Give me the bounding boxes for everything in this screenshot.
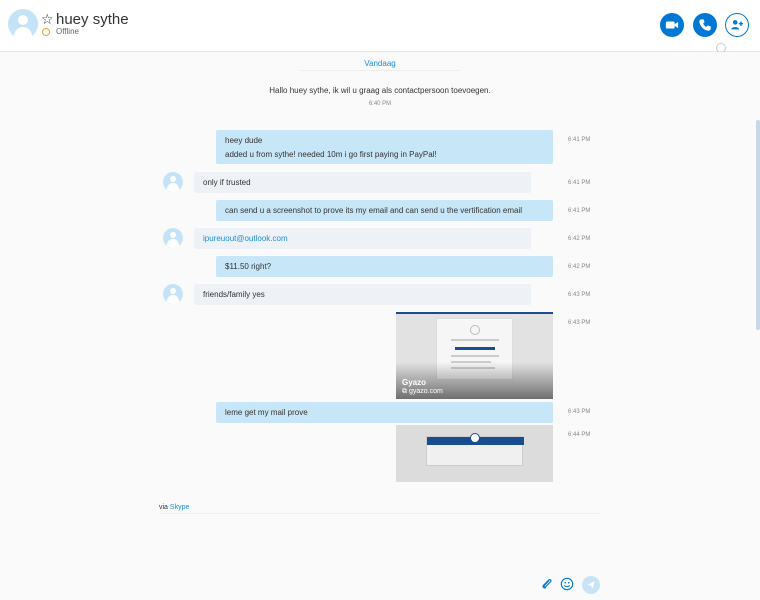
preview-site-name: Gyazo <box>402 378 427 387</box>
message-text: $11.50 right? <box>225 262 272 271</box>
system-message: Hallo huey sythe, ik wil u graag als con… <box>269 86 491 95</box>
audio-call-button[interactable] <box>693 13 717 37</box>
message-bubble-outgoing[interactable]: leme get my mail prove <box>216 402 553 423</box>
email-link[interactable]: ipureuout@outlook.com <box>203 234 288 243</box>
contact-avatar-small[interactable] <box>163 172 183 192</box>
contact-avatar[interactable] <box>8 9 38 39</box>
add-person-icon <box>731 20 744 30</box>
attach-button[interactable] <box>539 576 555 592</box>
emoji-icon <box>560 577 574 591</box>
date-separator: Vandaag <box>364 59 396 68</box>
conversation-header: ☆ huey sythe Offline <box>0 0 760 53</box>
preview-url[interactable]: ⧉ gyazo.com <box>402 388 443 396</box>
contact-avatar-small[interactable] <box>163 284 183 304</box>
video-icon <box>665 21 679 29</box>
message-text: added u from sythe! needed 10m i go firs… <box>225 150 437 159</box>
emoticon-button[interactable] <box>559 576 575 592</box>
message-time: 6:41 PM <box>568 180 591 186</box>
via-label: via Skype <box>159 504 190 511</box>
video-call-button[interactable] <box>660 13 684 37</box>
compose-box[interactable] <box>159 513 599 514</box>
message-time: 6:44 PM <box>568 432 591 438</box>
message-bubble-incoming[interactable]: friends/family yes <box>194 284 531 305</box>
status-offline-icon <box>42 28 50 36</box>
date-divider <box>300 70 460 71</box>
scrollbar-thumb[interactable] <box>756 120 760 330</box>
message-time: 6:41 PM <box>568 208 591 214</box>
message-text: friends/family yes <box>203 290 265 299</box>
message-time: 6:43 PM <box>568 409 591 415</box>
system-message-time: 6:40 PM <box>368 101 392 107</box>
contact-status: Offline <box>56 27 79 36</box>
message-bubble-outgoing[interactable]: can send u a screenshot to prove its my … <box>216 200 553 221</box>
message-bubble-outgoing[interactable]: heey dude added u from sythe! needed 10m… <box>216 130 553 164</box>
via-skype-link[interactable]: Skype <box>170 504 189 511</box>
contact-name[interactable]: huey sythe <box>56 11 129 28</box>
message-time: 6:43 PM <box>568 320 591 326</box>
message-text: only if trusted <box>203 178 251 187</box>
message-time: 6:42 PM <box>568 264 591 270</box>
message-text: leme get my mail prove <box>225 408 308 417</box>
image-preview-card[interactable] <box>396 425 553 482</box>
contact-avatar-small[interactable] <box>163 228 183 248</box>
message-bubble-incoming[interactable]: only if trusted <box>194 172 531 193</box>
send-button[interactable] <box>582 576 600 594</box>
phone-icon <box>699 19 711 31</box>
message-time: 6:41 PM <box>568 137 591 143</box>
message-text: can send u a screenshot to prove its my … <box>225 206 523 215</box>
link-icon: ⧉ <box>402 388 409 395</box>
message-time: 6:42 PM <box>568 236 591 242</box>
paperclip-icon <box>542 579 552 589</box>
favorite-star-icon[interactable]: ☆ <box>41 11 54 28</box>
message-time: 6:43 PM <box>568 292 591 298</box>
link-preview-card[interactable]: Gyazo ⧉ gyazo.com <box>396 312 553 399</box>
message-bubble-outgoing[interactable]: $11.50 right? <box>216 256 553 277</box>
preview-thumbnail <box>426 433 524 466</box>
send-icon <box>587 581 595 589</box>
message-text: heey dude <box>225 136 263 145</box>
message-bubble-incoming[interactable]: ipureuout@outlook.com <box>194 228 531 249</box>
add-people-button[interactable] <box>725 13 749 37</box>
